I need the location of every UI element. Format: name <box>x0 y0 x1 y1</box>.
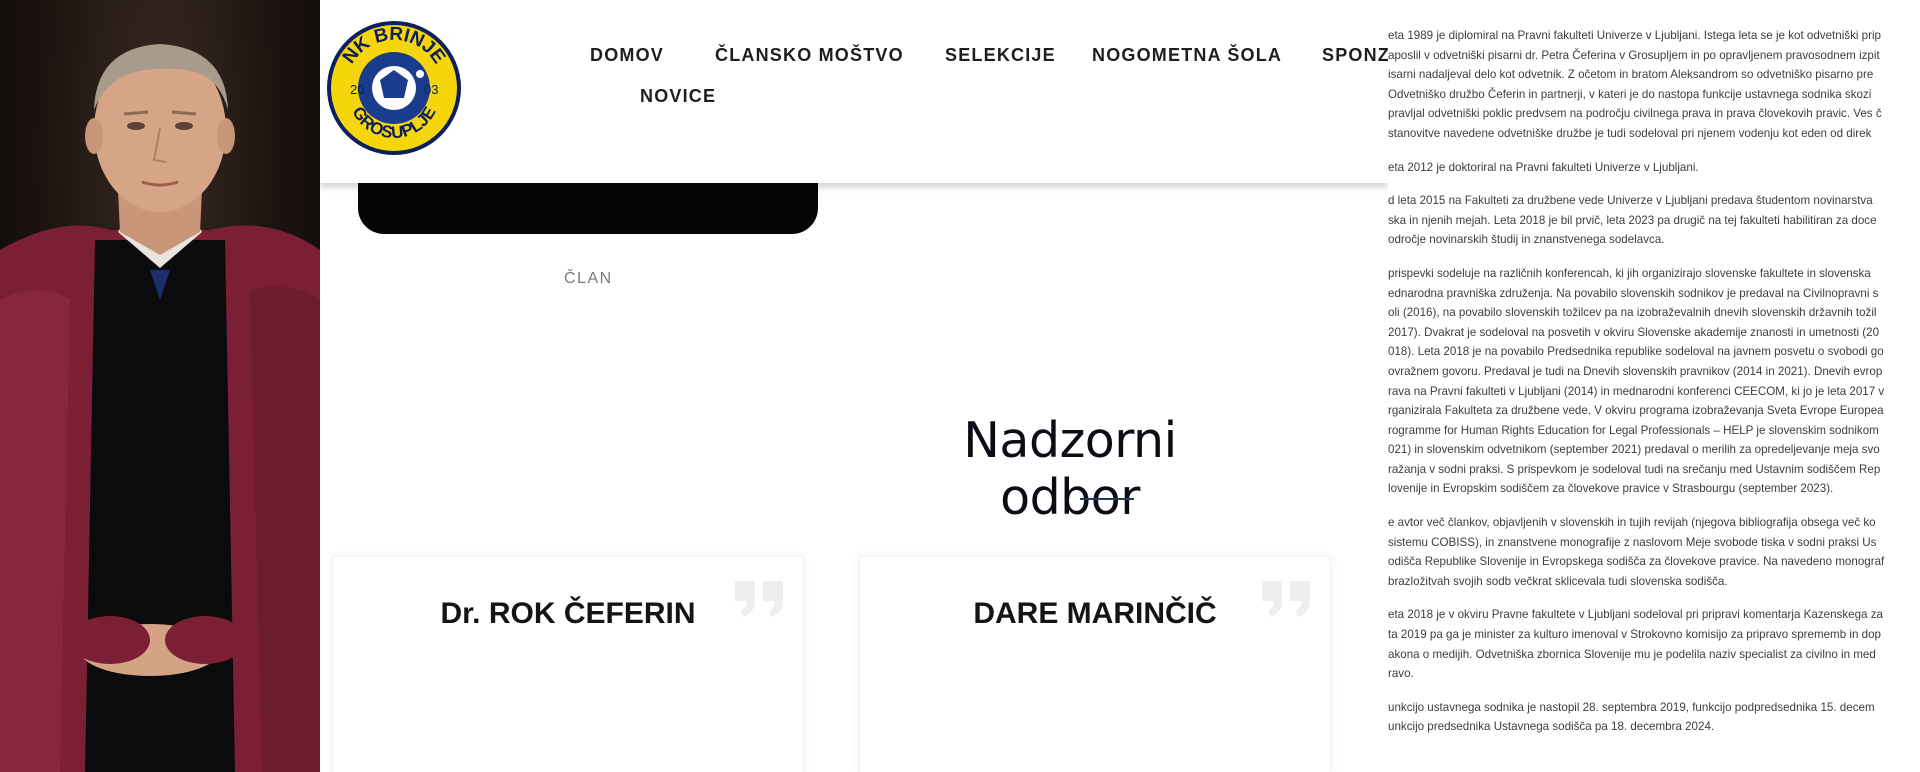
portrait-illustration <box>0 44 320 772</box>
section-title: Nadzorni odbor <box>963 412 1177 526</box>
nav-item-novice[interactable]: NOVICE <box>640 86 716 107</box>
biography-line: d leta 2015 na Fakulteti za družbene ved… <box>1388 194 1873 208</box>
nav-item-nogometna-sola[interactable]: NOGOMETNA ŠOLA <box>1092 45 1282 66</box>
biography-line: 021) in slovenskim odvetnikom (september… <box>1388 443 1880 457</box>
biography-line: ovražnem govoru. Predaval je tudi na Dne… <box>1388 364 1883 378</box>
biography-line: e avtor več člankov, objavljenih v slove… <box>1388 516 1876 530</box>
nav-item-domov[interactable]: DOMOV <box>590 45 664 66</box>
biography-line: aposlil v odvetniški pisarni dr. Petra Č… <box>1388 48 1880 62</box>
biography-line: eta 2018 je v okviru Pravne fakultete v … <box>1388 608 1883 622</box>
biography-line: ta 2019 pa ga je minister za kulturo ime… <box>1388 628 1881 642</box>
biography-line: ravo. <box>1388 667 1414 681</box>
biography-line: stanovitve navedene odvetniške družbe je… <box>1388 126 1872 140</box>
member-card[interactable]: Dr. ROK ČEFERIN <box>332 556 804 772</box>
biography-line: ražanja v sodni praksi. S prispevkom je … <box>1388 462 1881 476</box>
biography-line: pravljal odvetniški poklic predvsem na p… <box>1388 107 1882 121</box>
member-name: Dr. ROK ČEFERIN <box>440 597 696 630</box>
biography-line: unkcijo predsednika Ustavnega sodišča pa… <box>1388 720 1715 734</box>
biography-line: rganizirala Fakulteta za družbene vede. … <box>1388 404 1884 418</box>
section-heading: Nadzorni odbor <box>890 412 1250 526</box>
biography-text: eta 1989 je diplomiral na Pravni fakulte… <box>1388 26 1920 737</box>
biography-line: Odvetniško družbo Čeferin in partnerji, … <box>1388 87 1872 101</box>
nav-item-sponzorji[interactable]: SPONZ <box>1322 45 1388 66</box>
biography-line: isarni nadaljeval delo kot odvetnik. Z o… <box>1388 68 1874 82</box>
biography-line: eta 1989 je diplomiral na Pravni fakulte… <box>1388 29 1882 42</box>
biography-line: ska in njenih mejah. Leta 2018 je bil pr… <box>1388 213 1877 227</box>
biography-line: odišča Republike Slovenije in Evropskega… <box>1388 555 1885 569</box>
member-name: DARE MARINČIČ <box>973 597 1217 630</box>
biography-line: brazložitvah svojih sodb večkrat sklicev… <box>1388 574 1728 588</box>
biography-line: sistemu COBISS), in znanstvene monografi… <box>1388 535 1877 549</box>
nav-item-clansko-mostvo[interactable]: ČLANSKO MOŠTVO <box>715 45 904 66</box>
biography-line: oli (2016), na povabilo slovenskih tožil… <box>1388 306 1877 320</box>
biography-line: 018). Leta 2018 je na povabilo Predsedni… <box>1388 345 1884 359</box>
biography-line: unkcijo ustavnega sodnika je nastopil 28… <box>1388 700 1875 714</box>
biography-line: prispevki sodeluje na različnih konferen… <box>1388 266 1871 280</box>
biography-document: eta 1989 je diplomiral na Pravni fakulte… <box>1388 0 1920 772</box>
member-role-label: ČLAN <box>564 270 613 287</box>
biography-line: 2017). Dvakrat je sodeloval na posvetih … <box>1388 325 1880 339</box>
biography-line: odročje novinarskih študij in znanstvene… <box>1388 233 1665 247</box>
biography-line: lovenije in Evropskim sodiščem za človek… <box>1388 482 1834 496</box>
biography-line: rogramme for Human Rights Education for … <box>1388 423 1879 437</box>
biography-line: rava na Pravni fakulteti v Ljubljani (20… <box>1388 384 1885 398</box>
site-header: NK BRINJE GROSUPLJE 20 03 DOMOV ČLANSKO … <box>320 0 1388 183</box>
biography-line: akona o medijih. Odvetniška zbornica Slo… <box>1388 647 1876 661</box>
biography-line: ednarodna pravniška združenja. Na povabi… <box>1388 286 1879 300</box>
portrait-photo <box>0 0 320 772</box>
main-navigation: DOMOV ČLANSKO MOŠTVO SELEKCIJE NOGOMETNA… <box>320 0 1388 120</box>
website-view: NK BRINJE GROSUPLJE 20 03 DOMOV ČLANSKO … <box>320 0 1388 772</box>
member-card[interactable]: DARE MARINČIČ <box>859 556 1331 772</box>
title-divider <box>1080 498 1134 500</box>
nav-item-selekcije[interactable]: SELEKCIJE <box>945 45 1056 66</box>
biography-line: eta 2012 je doktoriral na Pravni fakulte… <box>1388 160 1699 174</box>
